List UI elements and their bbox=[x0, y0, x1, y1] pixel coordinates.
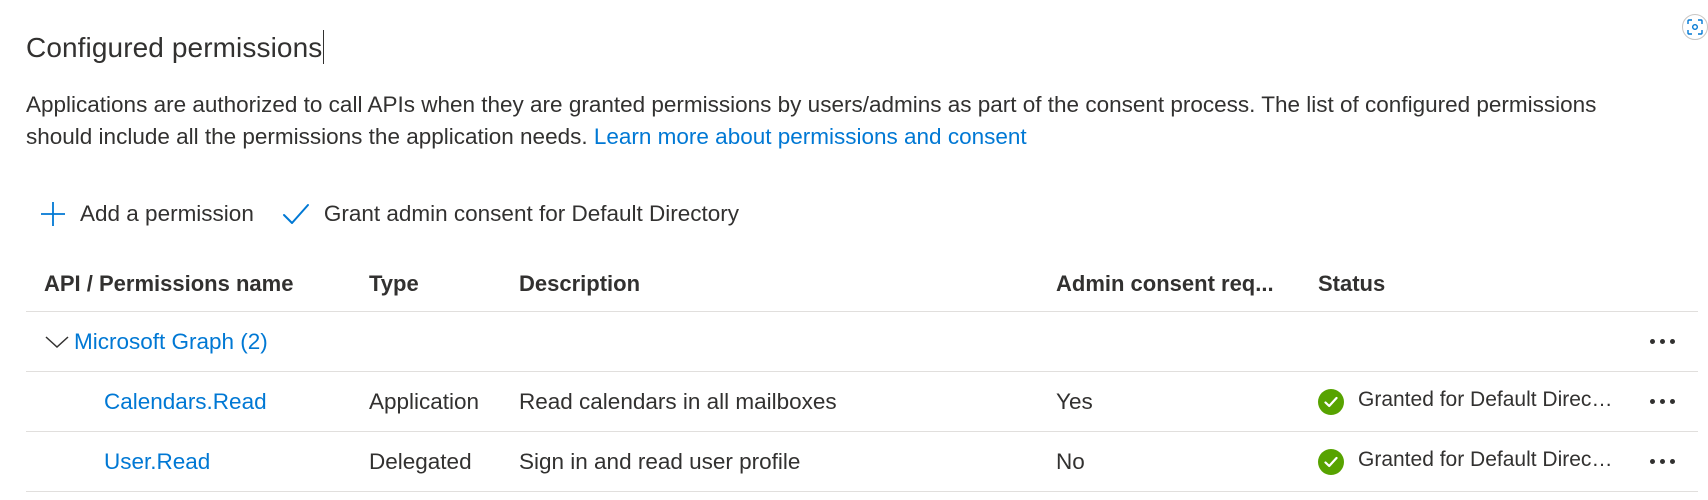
table-row: User.Read Delegated Sign in and read use… bbox=[26, 432, 1698, 492]
column-header-admin-consent[interactable]: Admin consent req... bbox=[1056, 256, 1274, 311]
more-ellipsis-icon bbox=[1649, 339, 1675, 344]
admin-consent-cell: Yes bbox=[1056, 388, 1093, 414]
permission-description-cell: Sign in and read user profile bbox=[519, 448, 801, 474]
more-ellipsis-icon bbox=[1649, 399, 1675, 404]
text-cursor bbox=[323, 30, 325, 64]
page-title: Configured permissions bbox=[26, 30, 325, 64]
permission-type-cell: Application bbox=[369, 388, 480, 414]
checkmark-icon bbox=[282, 204, 309, 224]
grant-admin-consent-button[interactable]: Grant admin consent for Default Director… bbox=[282, 201, 739, 227]
column-header-type[interactable]: Type bbox=[369, 256, 419, 311]
check-circle-icon bbox=[1318, 388, 1344, 415]
group-more-actions-button[interactable] bbox=[1638, 312, 1686, 371]
add-permission-button[interactable]: Add a permission bbox=[40, 201, 254, 227]
status-cell: Granted for Default Directory bbox=[1318, 432, 1614, 491]
permission-name-cell: Calendars.Read bbox=[104, 372, 267, 431]
configured-permissions-page: Configured permissions Applications are … bbox=[0, 0, 1708, 500]
column-header-name[interactable]: API / Permissions name bbox=[44, 256, 293, 311]
status-text: Granted for Default Directory bbox=[1358, 387, 1614, 411]
check-circle-icon bbox=[1318, 448, 1344, 475]
more-ellipsis-icon bbox=[1649, 459, 1675, 464]
group-toggle-microsoft-graph[interactable]: Microsoft Graph (2) bbox=[44, 329, 268, 355]
group-label-microsoft-graph[interactable]: Microsoft Graph (2) bbox=[74, 329, 268, 355]
permission-name-cell: User.Read bbox=[104, 432, 210, 491]
row-more-actions-button[interactable] bbox=[1638, 432, 1686, 491]
page-title-text: Configured permissions bbox=[26, 32, 323, 63]
permission-type-cell: Delegated bbox=[369, 448, 472, 474]
row-more-actions-button[interactable] bbox=[1638, 372, 1686, 431]
permissions-table: API / Permissions name Type Description … bbox=[26, 256, 1698, 492]
add-permission-label: Add a permission bbox=[80, 201, 254, 226]
permission-name-link[interactable]: Calendars.Read bbox=[104, 389, 267, 415]
status-badge: Granted for Default Directory bbox=[1318, 388, 1614, 416]
column-header-description[interactable]: Description bbox=[519, 256, 640, 311]
plus-icon bbox=[41, 202, 65, 226]
learn-more-link[interactable]: Learn more about permissions and consent bbox=[594, 124, 1027, 149]
group-cell: Microsoft Graph (2) bbox=[44, 312, 268, 371]
table-row: Calendars.Read Application Read calendar… bbox=[26, 372, 1698, 432]
permission-description-cell: Read calendars in all mailboxes bbox=[519, 388, 837, 414]
table-header-row: API / Permissions name Type Description … bbox=[26, 256, 1698, 312]
permission-name-link[interactable]: User.Read bbox=[104, 449, 210, 475]
grant-admin-consent-label: Grant admin consent for Default Director… bbox=[323, 201, 740, 226]
status-text: Granted for Default Directory bbox=[1358, 447, 1614, 471]
status-cell: Granted for Default Directory bbox=[1318, 372, 1614, 431]
status-badge: Granted for Default Directory bbox=[1318, 448, 1614, 476]
screenshot-capture-icon[interactable] bbox=[1682, 14, 1708, 40]
admin-consent-cell: No bbox=[1056, 448, 1085, 474]
chevron-down-icon bbox=[45, 335, 69, 348]
command-bar: Add a permission Grant admin consent for… bbox=[40, 196, 767, 232]
group-row-microsoft-graph: Microsoft Graph (2) bbox=[26, 312, 1698, 372]
page-description: Applications are authorized to call APIs… bbox=[26, 89, 1646, 153]
column-header-status[interactable]: Status bbox=[1318, 256, 1385, 311]
